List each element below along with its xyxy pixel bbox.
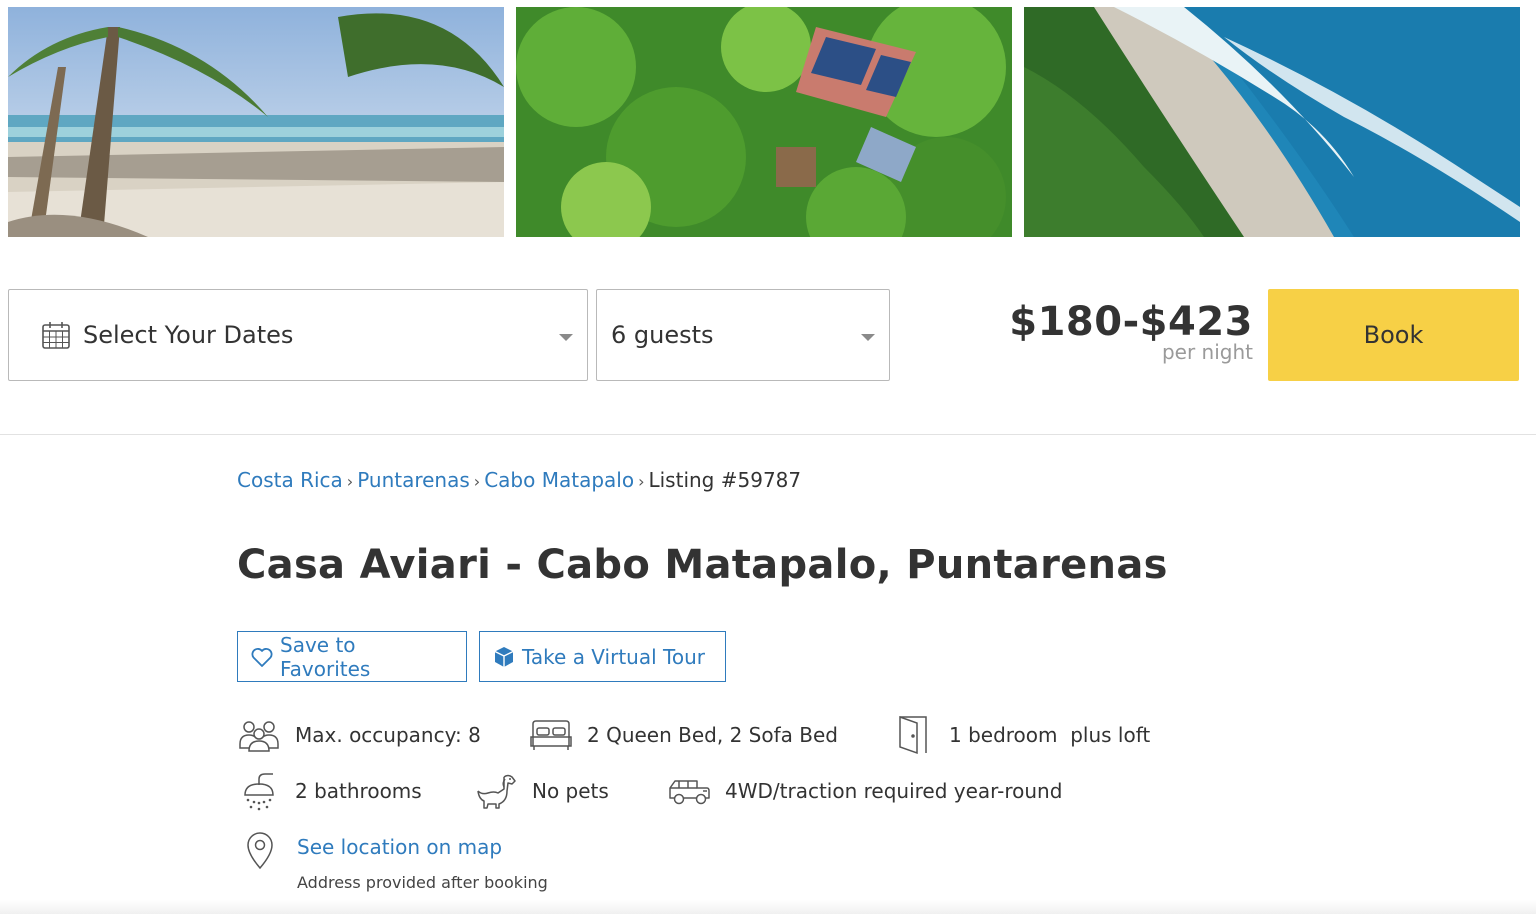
feature-bedrooms: 1 bedroom plus loft — [891, 715, 1150, 755]
calendar-icon — [42, 322, 70, 349]
feature-pets: No pets — [474, 771, 609, 811]
guests-value: 6 guests — [611, 321, 714, 349]
breadcrumb-current: Listing #59787 — [648, 468, 802, 492]
jeep-icon — [667, 771, 711, 811]
breadcrumb-link-province[interactable]: Puntarenas — [357, 468, 470, 492]
save-label: Save to Favorites — [280, 632, 371, 681]
save-to-favorites-button[interactable]: Save to Favorites — [237, 631, 467, 682]
vehicle-label: 4WD/traction required year-round — [725, 779, 1063, 803]
breadcrumb-separator: › — [638, 472, 645, 491]
price-block: $180-$423 per night — [1009, 296, 1253, 364]
breadcrumb-separator: › — [473, 472, 481, 491]
occupancy-label: Max. occupancy: 8 — [295, 723, 481, 747]
bed-icon — [529, 715, 573, 755]
map-pin-icon — [247, 832, 273, 870]
gallery-photo-coastline[interactable] — [1024, 7, 1520, 237]
tour-label: Take a Virtual Tour — [522, 644, 705, 669]
pets-label: No pets — [532, 779, 609, 803]
feature-beds: 2 Queen Bed, 2 Sofa Bed — [529, 715, 838, 755]
address-note: Address provided after booking — [297, 873, 548, 892]
section-divider — [0, 434, 1536, 435]
cube-icon — [494, 646, 514, 667]
bottom-shadow — [0, 900, 1536, 914]
beds-label: 2 Queen Bed, 2 Sofa Bed — [587, 723, 838, 747]
see-location-link[interactable]: See location on map — [297, 835, 502, 859]
gallery-photo-aerial-house[interactable] — [516, 7, 1012, 237]
chevron-down-icon — [559, 334, 573, 341]
people-icon — [237, 715, 281, 755]
feature-vehicle: 4WD/traction required year-round — [667, 771, 1062, 811]
feature-bathrooms: 2 bathrooms — [237, 771, 422, 811]
breadcrumb-separator: › — [346, 472, 354, 491]
virtual-tour-button[interactable]: Take a Virtual Tour — [479, 631, 726, 682]
shower-icon — [237, 771, 281, 811]
heart-icon — [251, 647, 273, 667]
gallery-photo-beach[interactable] — [8, 7, 504, 237]
chevron-down-icon — [861, 334, 875, 341]
breadcrumb-link-country[interactable]: Costa Rica — [237, 468, 343, 492]
page-title: Casa Aviari - Cabo Matapalo, Puntarenas — [237, 542, 1168, 588]
breadcrumb-link-town[interactable]: Cabo Matapalo — [484, 468, 634, 492]
book-button[interactable]: Book — [1268, 289, 1519, 381]
breadcrumb: Costa Rica › Puntarenas › Cabo Matapalo › List… — [237, 468, 801, 492]
door-icon — [891, 715, 935, 755]
bathrooms-label: 2 bathrooms — [295, 779, 422, 803]
dates-placeholder: Select Your Dates — [83, 321, 294, 349]
guests-select[interactable]: 6 guests — [596, 289, 890, 381]
dog-icon — [474, 771, 518, 811]
dates-select[interactable]: Select Your Dates — [8, 289, 588, 381]
bedrooms-label: 1 bedroom plus loft — [949, 723, 1151, 747]
feature-occupancy: Max. occupancy: 8 — [237, 715, 481, 755]
